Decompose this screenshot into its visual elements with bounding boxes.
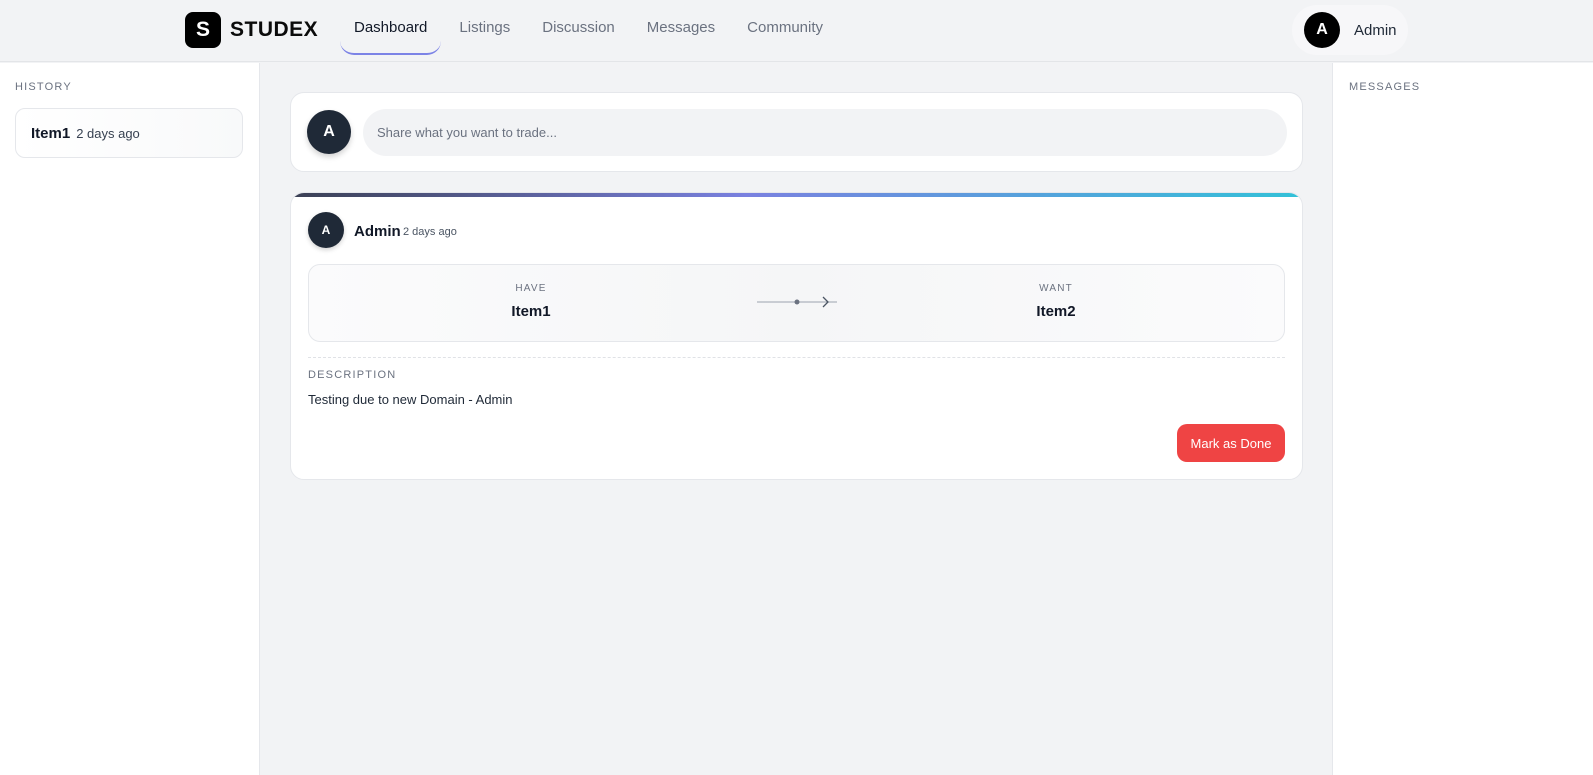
history-item[interactable]: Item1 2 days ago (15, 108, 243, 158)
user-name: Admin (1354, 21, 1397, 39)
trade-card: A Admin 2 days ago HAVE Item1 WANT Item2… (290, 192, 1303, 480)
swap-arrow-icon (757, 296, 837, 308)
description-label: DESCRIPTION (308, 369, 397, 381)
history-sidebar: HISTORY Item1 2 days ago (0, 63, 260, 775)
card-divider (308, 357, 1285, 358)
card-accent-bar (291, 193, 1302, 197)
post-composer: A (290, 92, 1303, 172)
nav-listings[interactable]: Listings (443, 11, 526, 51)
have-label: HAVE (515, 283, 547, 294)
brand-name: STUDEX (230, 18, 319, 41)
user-avatar: A (1304, 12, 1340, 48)
history-item-time: 2 days ago (76, 125, 140, 141)
brand-logo: S (185, 12, 221, 48)
have-value: Item1 (511, 303, 551, 320)
want-label: WANT (1039, 283, 1073, 294)
main-nav: Dashboard Listings Discussion Messages C… (338, 0, 839, 62)
description-text: Testing due to new Domain - Admin (308, 392, 513, 407)
post-time: 2 days ago (403, 226, 457, 238)
mark-as-done-button[interactable]: Mark as Done (1177, 424, 1285, 462)
composer-avatar: A (307, 110, 351, 154)
author-name: Admin (354, 223, 401, 240)
history-item-title: Item1 (31, 124, 71, 142)
nav-community[interactable]: Community (731, 11, 839, 51)
nav-dashboard[interactable]: Dashboard (338, 11, 443, 55)
want-value: Item2 (1036, 303, 1076, 320)
trade-swap-box: HAVE Item1 WANT Item2 (308, 264, 1285, 342)
brand[interactable]: S STUDEX (185, 12, 318, 48)
history-heading: HISTORY (15, 81, 72, 93)
user-menu[interactable]: A Admin (1292, 5, 1408, 55)
nav-discussion[interactable]: Discussion (526, 11, 631, 51)
trade-post-input[interactable] (363, 109, 1287, 156)
messages-heading: MESSAGES (1349, 81, 1421, 93)
want-column: WANT Item2 (956, 283, 1156, 320)
nav-messages[interactable]: Messages (631, 11, 731, 51)
top-navbar: S STUDEX Dashboard Listings Discussion M… (0, 0, 1593, 62)
messages-sidebar: MESSAGES (1332, 63, 1593, 775)
have-column: HAVE Item1 (431, 283, 631, 320)
author-avatar: A (308, 212, 344, 248)
